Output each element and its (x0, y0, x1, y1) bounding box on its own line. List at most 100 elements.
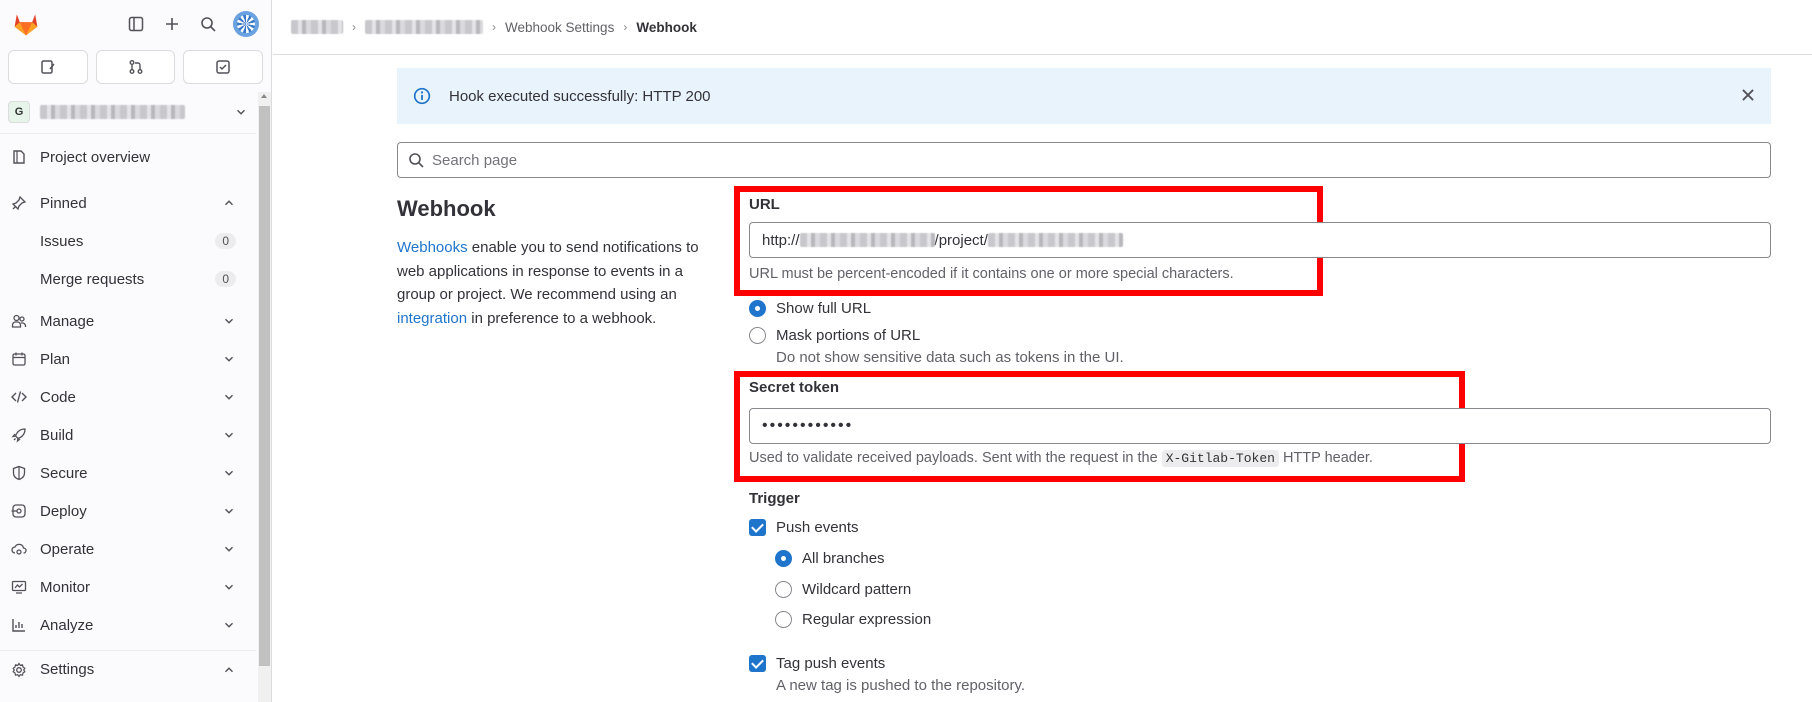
integration-link[interactable]: integration (397, 310, 467, 327)
project-switcher[interactable]: G (0, 90, 256, 134)
calendar-icon (10, 350, 28, 368)
sidebar-item-settings[interactable]: Settings (0, 650, 256, 688)
pin-icon (10, 194, 28, 212)
search-icon (409, 153, 424, 168)
issues-tab[interactable] (8, 50, 88, 84)
sidebar: G Project overview Pinned Issues 0 Merge… (0, 0, 272, 702)
gitlab-logo-icon[interactable] (12, 10, 40, 38)
sidebar-item-label: Issues (40, 232, 84, 250)
sidebar-item-plan[interactable]: Plan (0, 340, 256, 378)
all-branches-radio[interactable]: All branches (775, 550, 885, 567)
url-host-redacted (799, 233, 935, 247)
project-icon (10, 148, 28, 166)
issues-icon (41, 60, 55, 74)
sidebar-item-project-overview[interactable]: Project overview (0, 138, 256, 176)
radio-unchecked-icon (775, 581, 792, 598)
sidebar-item-monitor[interactable]: Monitor (0, 568, 256, 606)
breadcrumb-separator-icon: › (623, 20, 628, 34)
tag-push-events-checkbox[interactable]: Tag push events (749, 655, 885, 672)
todos-tab[interactable] (183, 50, 264, 84)
radio-unchecked-icon (775, 611, 792, 628)
chevron-down-icon (225, 394, 233, 400)
code-icon (10, 388, 28, 406)
breadcrumb: › › Webhook Settings › Webhook (273, 0, 1812, 55)
sidebar-item-label: Build (40, 426, 74, 444)
chevron-down-icon (225, 470, 233, 476)
mask-url-radio[interactable]: Mask portions of URL (749, 327, 920, 344)
breadcrumb-webhook-settings[interactable]: Webhook Settings (505, 20, 614, 35)
url-label: URL (749, 196, 780, 213)
show-full-url-radio[interactable]: Show full URL (749, 300, 871, 317)
shield-icon (10, 464, 28, 482)
checkbox-checked-icon (749, 519, 766, 536)
sidebar-tabs (0, 48, 271, 84)
sidebar-header (0, 0, 271, 48)
users-icon (10, 312, 28, 330)
sidebar-item-pinned[interactable]: Pinned (0, 184, 256, 222)
search-page-field[interactable] (397, 142, 1771, 178)
sidebar-item-secure[interactable]: Secure (0, 454, 256, 492)
secret-token-field[interactable]: •••••••••••• (749, 408, 1771, 444)
sidebar-item-operate[interactable]: Operate (0, 530, 256, 568)
sidebar-item-label: Merge requests (40, 270, 145, 288)
merge-request-icon (129, 60, 142, 74)
sidebar-item-label: Code (40, 388, 76, 406)
chevron-down-icon (225, 622, 233, 628)
chevron-down-icon (225, 432, 233, 438)
info-icon (413, 87, 431, 105)
breadcrumb-group-redacted[interactable] (291, 20, 343, 34)
secret-token-value: •••••••••••• (762, 417, 854, 434)
sidebar-item-analyze[interactable]: Analyze (0, 606, 256, 644)
chevron-up-icon (225, 200, 233, 206)
breadcrumb-current[interactable]: Webhook (636, 20, 697, 35)
monitor-icon (10, 578, 28, 596)
radio-checked-icon (775, 550, 792, 567)
issues-count-badge: 0 (215, 233, 236, 249)
chevron-down-icon (237, 109, 245, 115)
sidebar-item-deploy[interactable]: Deploy (0, 492, 256, 530)
description-text-part2: in preference to a webhook. (467, 309, 657, 327)
close-icon[interactable] (1739, 86, 1757, 104)
chevron-down-icon (225, 356, 233, 362)
todo-check-icon (216, 60, 230, 74)
search-icon[interactable] (197, 13, 219, 35)
sidebar-item-manage[interactable]: Manage (0, 302, 256, 340)
wildcard-pattern-label: Wildcard pattern (802, 581, 912, 598)
secret-token-help-text: Used to validate received payloads. Sent… (749, 450, 1373, 467)
mask-url-label: Mask portions of URL (776, 327, 921, 344)
project-avatar: G (8, 100, 30, 123)
header-code: X-Gitlab-Token (1161, 450, 1279, 467)
project-name-redacted (40, 104, 185, 119)
url-value-mid: /project/ (934, 231, 988, 249)
sidebar-item-label: Pinned (40, 194, 87, 212)
sidebar-toggle-icon[interactable] (125, 13, 147, 35)
secret-token-help-suffix: HTTP header. (1278, 450, 1373, 466)
mask-url-help-text: Do not show sensitive data such as token… (776, 349, 1124, 366)
show-full-url-label: Show full URL (776, 300, 872, 317)
radio-checked-icon (749, 300, 766, 317)
wildcard-pattern-radio[interactable]: Wildcard pattern (775, 581, 911, 598)
chevron-down-icon (225, 584, 233, 590)
page-title: Webhook (397, 196, 496, 221)
sidebar-item-label: Settings (40, 661, 95, 678)
breadcrumb-project-redacted[interactable] (365, 20, 483, 34)
chart-icon (10, 616, 28, 634)
url-help-text: URL must be percent-encoded if it contai… (749, 266, 1234, 282)
merge-requests-tab[interactable] (95, 50, 176, 84)
deploy-icon (10, 502, 28, 520)
push-events-checkbox[interactable]: Push events (749, 519, 859, 536)
sidebar-item-label: Project overview (40, 148, 151, 166)
sidebar-item-build[interactable]: Build (0, 416, 256, 454)
search-input[interactable] (432, 151, 1770, 169)
regular-expression-radio[interactable]: Regular expression (775, 611, 931, 628)
sidebar-item-merge-requests[interactable]: Merge requests 0 (0, 260, 256, 298)
webhooks-link[interactable]: Webhooks (397, 239, 468, 256)
user-avatar[interactable] (233, 11, 259, 37)
sidebar-item-label: Plan (40, 350, 71, 368)
sidebar-scrollbar[interactable] (258, 92, 271, 702)
secret-token-help-prefix: Used to validate received payloads. Sent… (749, 450, 1162, 466)
sidebar-item-issues[interactable]: Issues 0 (0, 222, 256, 260)
plus-icon[interactable] (161, 13, 183, 35)
url-field[interactable]: http:// /project/ (749, 222, 1771, 258)
sidebar-item-code[interactable]: Code (0, 378, 256, 416)
